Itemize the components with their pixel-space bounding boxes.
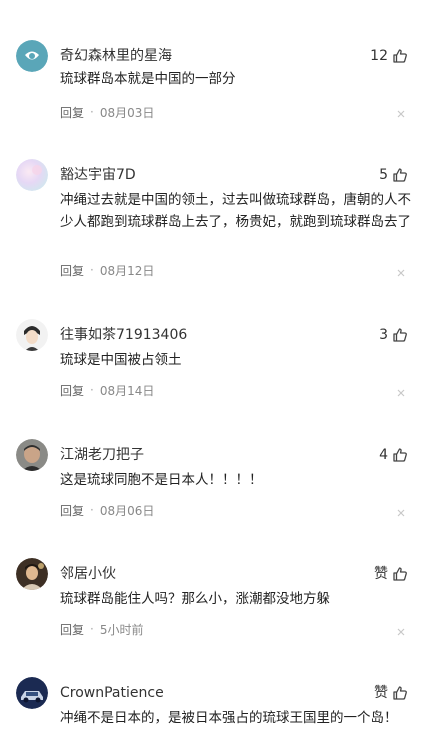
username[interactable]: 豁达宇宙7D <box>60 165 136 185</box>
like-count: 5 <box>379 167 388 183</box>
comment-meta: 回复 · 08月14日 <box>60 380 154 400</box>
like-button[interactable]: 赞 <box>374 683 408 703</box>
username[interactable]: 江湖老刀把子 <box>60 445 144 465</box>
reply-button[interactable]: 回复 <box>60 621 84 638</box>
close-icon <box>397 110 405 118</box>
comment-date: 08月06日 <box>99 503 155 518</box>
reply-button[interactable]: 回复 <box>60 502 84 519</box>
avatar[interactable] <box>16 677 48 709</box>
close-icon <box>397 389 405 397</box>
meta-separator: · <box>90 383 94 397</box>
thumbs-up-icon <box>393 168 407 182</box>
like-button[interactable]: 赞 <box>374 564 408 584</box>
comment-text: 冲绳过去就是中国的领土，过去叫做琉球群岛，唐朝的人不少人都跑到琉球群岛上去了，杨… <box>60 192 411 230</box>
comment-text: 琉球群岛本就是中国的一部分 <box>60 71 236 87</box>
comment-text: 琉球是中国被占领土 <box>60 352 182 368</box>
avatar[interactable] <box>16 319 48 351</box>
dismiss-button[interactable] <box>396 508 406 518</box>
dismiss-button[interactable] <box>396 388 406 398</box>
comment-meta: 回复 · 5小时前 <box>60 619 143 639</box>
like-button[interactable]: 4 <box>379 445 408 465</box>
comment-date: 08月12日 <box>99 263 155 278</box>
username[interactable]: 往事如茶71913406 <box>60 325 187 345</box>
like-count: 4 <box>379 447 388 463</box>
dismiss-button[interactable] <box>396 627 406 637</box>
thumbs-up-icon <box>393 328 407 342</box>
comment-feed: { "comments": [ { "username": "奇幻森林里的星海"… <box>0 0 430 736</box>
comment-meta: 回复 · 08月03日 <box>60 102 154 122</box>
meta-separator: · <box>90 263 94 277</box>
comment-date: 08月14日 <box>99 383 155 398</box>
like-label: 赞 <box>374 685 388 701</box>
comment-date: 08月03日 <box>99 105 155 120</box>
dismiss-button[interactable] <box>396 268 406 278</box>
close-icon <box>397 628 405 636</box>
meta-separator: · <box>90 105 94 119</box>
comment-text: 冲绳不是日本的，是被日本强占的琉球王国里的一个岛！ <box>60 710 398 726</box>
avatar[interactable] <box>16 558 48 590</box>
thumbs-up-icon <box>393 686 407 700</box>
username[interactable]: CrownPatience <box>60 683 164 703</box>
like-count: 12 <box>370 48 388 64</box>
reply-button[interactable]: 回复 <box>60 104 84 121</box>
like-count: 3 <box>379 327 388 343</box>
avatar[interactable] <box>16 439 48 471</box>
close-icon <box>397 269 405 277</box>
like-button[interactable]: 12 <box>370 46 408 66</box>
close-icon <box>397 509 405 517</box>
meta-separator: · <box>90 622 94 636</box>
thumbs-up-icon <box>393 567 407 581</box>
reply-button[interactable]: 回复 <box>60 382 84 399</box>
meta-separator: · <box>90 503 94 517</box>
comment-meta: 回复 · 08月06日 <box>60 500 154 520</box>
avatar[interactable] <box>16 159 48 191</box>
thumbs-up-icon <box>393 448 407 462</box>
like-label: 赞 <box>374 566 388 582</box>
comment-meta: 回复 · 08月12日 <box>60 260 154 280</box>
comment-text: 这是琉球同胞不是日本人！！！！ <box>60 472 263 488</box>
comment-text: 琉球群岛能住人吗？那么小，涨潮都没地方躲 <box>60 591 330 607</box>
comment-date: 5小时前 <box>99 622 144 637</box>
username[interactable]: 奇幻森林里的星海 <box>60 46 172 66</box>
like-button[interactable]: 3 <box>379 325 408 345</box>
like-button[interactable]: 5 <box>379 165 408 185</box>
username[interactable]: 邻居小伙 <box>60 564 116 584</box>
reply-button[interactable]: 回复 <box>60 262 84 279</box>
thumbs-up-icon <box>393 49 407 63</box>
dismiss-button[interactable] <box>396 109 406 119</box>
avatar[interactable] <box>16 40 48 72</box>
